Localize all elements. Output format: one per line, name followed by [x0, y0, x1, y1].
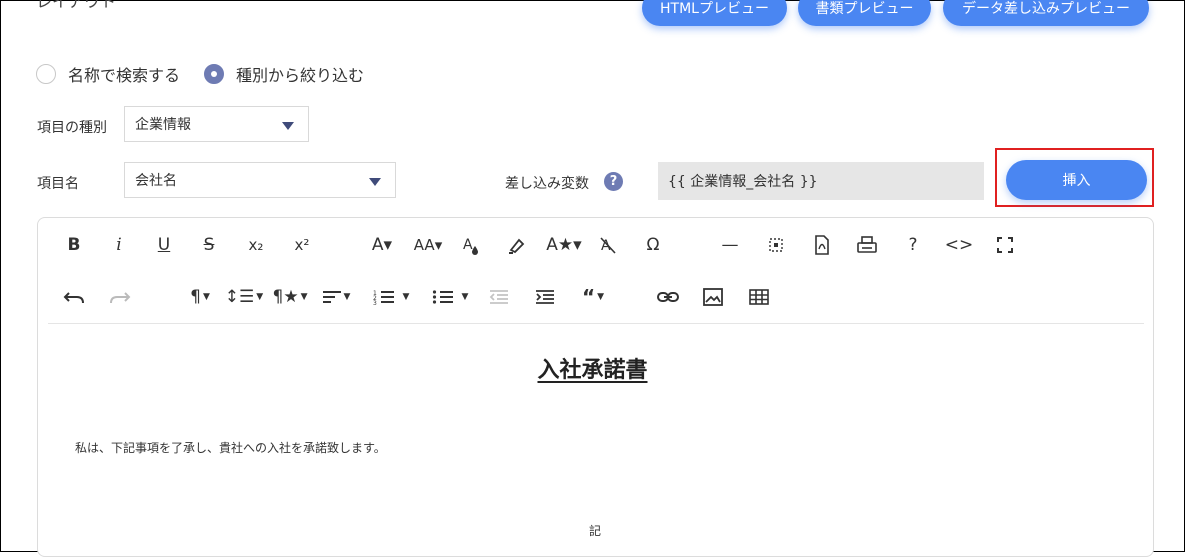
horizontal-line-button[interactable]: — [720, 233, 740, 257]
caret-down-icon [282, 122, 294, 130]
text-color-drop-icon[interactable]: A [461, 233, 481, 257]
superscript-button[interactable]: x² [290, 233, 314, 257]
print-icon[interactable] [856, 233, 878, 257]
pdf-icon[interactable] [812, 233, 832, 257]
document-title: 入社承諾書 [0, 352, 1185, 384]
paragraph-style-star-dropdown[interactable]: ¶★ ▼ [271, 285, 309, 309]
toolbar-divider [48, 323, 1144, 324]
align-dropdown[interactable]: ▼ [318, 285, 354, 309]
category-select[interactable]: 企業情報 [124, 106, 309, 142]
indent-icon[interactable] [534, 285, 556, 309]
insert-button[interactable]: 挿入 [1006, 160, 1147, 200]
italic-button[interactable]: i [112, 233, 126, 257]
help-icon[interactable]: ? [604, 172, 623, 191]
underline-button[interactable]: U [155, 233, 173, 257]
caret-down-icon [369, 178, 381, 186]
table-icon[interactable] [748, 285, 770, 309]
paragraph-format-dropdown[interactable]: ¶ ▼ [185, 285, 215, 309]
quote-dropdown[interactable]: “▼ [575, 285, 611, 309]
bullet-list-dropdown[interactable]: ▼ [427, 285, 473, 309]
search-mode-radio-group: 名称で検索する 種別から絞り込む [36, 62, 364, 86]
font-family-dropdown[interactable]: A▾ [366, 233, 398, 257]
radio-search-by-name[interactable] [36, 64, 56, 84]
variable-label: 差し込み変数 [505, 176, 589, 192]
item-name-select-value: 会社名 [135, 173, 177, 189]
outdent-icon[interactable] [488, 285, 510, 309]
item-name-select[interactable]: 会社名 [124, 162, 396, 198]
document-title-text: 入社承諾書 [537, 358, 648, 383]
help-button[interactable]: ? [904, 233, 922, 257]
document-preview-button[interactable]: 書類プレビュー [798, 0, 931, 26]
page-break-icon[interactable] [766, 233, 786, 257]
section-title: レイアウト [36, 0, 117, 11]
code-view-button[interactable]: <> [945, 233, 974, 257]
document-body-text: 私は、下記事項を了承し、貴社への入社を承諾致します。 [75, 441, 386, 455]
font-size-dropdown[interactable]: AA▾ [408, 233, 448, 257]
radio-search-by-name-label[interactable]: 名称で検索する [68, 62, 180, 86]
redo-icon[interactable] [108, 285, 132, 309]
line-height-dropdown[interactable]: ↕☰ ▼ [225, 285, 263, 309]
radio-filter-by-category[interactable] [204, 64, 225, 84]
item-name-label: 項目名 [37, 176, 79, 192]
data-merge-preview-button[interactable]: データ差し込みプレビュー [943, 0, 1149, 26]
special-characters-button[interactable]: Ω [643, 233, 663, 257]
svg-text:A: A [463, 237, 473, 253]
image-icon[interactable] [702, 285, 724, 309]
bold-button[interactable]: B [65, 233, 83, 257]
undo-icon[interactable] [62, 285, 86, 309]
merge-variable-field[interactable]: {{ 企業情報_会社名 }} [658, 162, 984, 200]
rich-text-editor[interactable] [37, 217, 1154, 557]
highlighter-icon[interactable] [506, 233, 528, 257]
link-icon[interactable] [656, 285, 680, 309]
fullscreen-icon[interactable] [995, 233, 1015, 257]
category-label: 項目の種別 [37, 120, 107, 136]
strikethrough-button[interactable]: S [200, 233, 218, 257]
category-select-value: 企業情報 [135, 117, 191, 133]
subscript-button[interactable]: x₂ [244, 233, 268, 257]
html-preview-button[interactable]: HTMLプレビュー [642, 0, 787, 26]
clear-formatting-icon[interactable]: A [598, 233, 618, 257]
radio-filter-by-category-label[interactable]: 種別から絞り込む [236, 62, 364, 86]
ordered-list-dropdown[interactable]: 1 2 3 ▼ [368, 285, 414, 309]
document-ki-text: 記 [589, 524, 602, 538]
svg-text:3: 3 [373, 300, 377, 305]
paragraph-style-dropdown[interactable]: A★▾ [546, 233, 582, 257]
